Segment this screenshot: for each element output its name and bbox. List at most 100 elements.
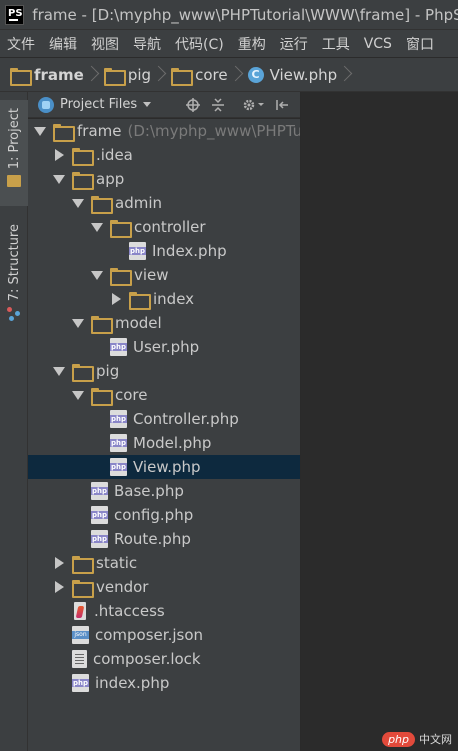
- menu-navigate[interactable]: 导航: [126, 34, 168, 54]
- expanded-arrow-icon[interactable]: [34, 126, 46, 136]
- tree-folder-row[interactable]: .idea: [28, 143, 300, 167]
- menu-window[interactable]: 窗口: [399, 34, 441, 54]
- expanded-arrow-icon[interactable]: [53, 366, 65, 376]
- tab-structure-label: 7: Structure: [6, 224, 22, 302]
- breadcrumb-item-pig[interactable]: pig: [103, 66, 151, 86]
- folder-icon: [110, 268, 132, 286]
- json-file-icon: [72, 626, 89, 644]
- breadcrumb-item-core[interactable]: core: [171, 65, 228, 86]
- tree-item-label: core: [115, 386, 148, 404]
- tree-item-label: index.php: [95, 674, 170, 692]
- tree-item-label: pig: [96, 362, 120, 380]
- expanded-arrow-icon[interactable]: [72, 198, 84, 208]
- collapsed-arrow-icon[interactable]: [54, 557, 64, 569]
- tab-project[interactable]: 1: Project: [0, 100, 28, 206]
- tree-file-row[interactable]: Index.php: [28, 239, 300, 263]
- tree-item-label: composer.json: [95, 626, 204, 644]
- locate-icon[interactable]: [185, 97, 201, 113]
- tree-item-label: Base.php: [114, 482, 184, 500]
- tree-item-label: model: [115, 314, 162, 332]
- tree-file-row[interactable]: Route.php: [28, 527, 300, 551]
- menu-bar: 文件 编辑 视图 导航 代码(C) 重构 运行 工具 VCS 窗口: [0, 30, 458, 58]
- collapsed-arrow-icon[interactable]: [54, 581, 64, 593]
- tree-item-label: static: [96, 554, 138, 572]
- editor-area[interactable]: [300, 92, 458, 751]
- tree-folder-row[interactable]: view: [28, 263, 300, 287]
- folder-icon: [72, 556, 94, 574]
- hide-panel-icon[interactable]: [274, 97, 290, 113]
- menu-view[interactable]: 视图: [84, 34, 126, 54]
- folder-icon: [91, 388, 113, 406]
- watermark: php 中文网: [382, 731, 452, 747]
- tree-file-row[interactable]: View.php: [28, 455, 300, 479]
- expanded-arrow-icon[interactable]: [91, 270, 103, 280]
- tree-file-row[interactable]: Model.php: [28, 431, 300, 455]
- php-file-icon: [91, 482, 108, 500]
- tree-folder-row[interactable]: vendor: [28, 575, 300, 599]
- htaccess-file-icon: [72, 602, 88, 620]
- collapsed-arrow-icon[interactable]: [111, 293, 121, 305]
- tree-folder-row[interactable]: app: [28, 167, 300, 191]
- project-view-selector[interactable]: Project Files: [60, 97, 137, 112]
- php-file-icon: [91, 506, 108, 524]
- tree-file-row[interactable]: .htaccess: [28, 599, 300, 623]
- tree-folder-row[interactable]: frame (D:\myphp_www\PHPTut: [28, 119, 300, 143]
- project-files-icon: [38, 96, 54, 113]
- tree-folder-row[interactable]: model: [28, 311, 300, 335]
- chevron-down-icon[interactable]: [143, 102, 152, 107]
- menu-code[interactable]: 代码(C): [168, 34, 231, 54]
- folder-icon: [129, 292, 151, 310]
- menu-tools[interactable]: 工具: [315, 34, 357, 54]
- expanded-arrow-icon[interactable]: [72, 390, 84, 400]
- breadcrumb-label: View.php: [269, 65, 338, 84]
- tree-item-label: .htaccess: [94, 602, 165, 620]
- breadcrumb-item-frame[interactable]: frame: [10, 66, 84, 86]
- tree-file-row[interactable]: composer.lock: [28, 647, 300, 671]
- folder-icon: [7, 175, 21, 188]
- menu-file[interactable]: 文件: [0, 34, 42, 54]
- folder-icon: [72, 148, 94, 166]
- dropdown-small-icon[interactable]: [257, 97, 265, 113]
- tree-item-label: controller: [134, 218, 206, 236]
- tree-item-label: view: [134, 266, 169, 284]
- menu-run[interactable]: 运行: [273, 34, 315, 54]
- tree-file-row[interactable]: Controller.php: [28, 407, 300, 431]
- collapsed-arrow-icon[interactable]: [54, 149, 64, 161]
- tab-project-label: 1: Project: [6, 108, 22, 170]
- tree-item-label: frame: [77, 122, 122, 140]
- php-file-icon: [110, 338, 127, 356]
- tree-file-row[interactable]: config.php: [28, 503, 300, 527]
- menu-edit[interactable]: 编辑: [42, 34, 84, 54]
- chevron-right-icon: [88, 65, 98, 85]
- collapse-all-icon[interactable]: [210, 97, 226, 113]
- expanded-arrow-icon[interactable]: [72, 318, 84, 328]
- folder-icon: [72, 172, 94, 190]
- gear-icon[interactable]: [241, 97, 257, 113]
- tree-item-label: index: [153, 290, 195, 308]
- tree-folder-row[interactable]: core: [28, 383, 300, 407]
- tree-item-label: .idea: [96, 146, 133, 164]
- tree-folder-row[interactable]: admin: [28, 191, 300, 215]
- php-file-icon: [129, 242, 146, 260]
- menu-refactor[interactable]: 重构: [231, 34, 273, 54]
- tree-item-label: admin: [115, 194, 162, 212]
- tree-item-label: Model.php: [133, 434, 212, 452]
- tree-file-row[interactable]: composer.json: [28, 623, 300, 647]
- tree-file-row[interactable]: Base.php: [28, 479, 300, 503]
- chevron-right-icon: [341, 65, 351, 85]
- menu-vcs[interactable]: VCS: [357, 36, 399, 52]
- tree-folder-row[interactable]: index: [28, 287, 300, 311]
- tree-folder-row[interactable]: controller: [28, 215, 300, 239]
- tree-file-row[interactable]: index.php: [28, 671, 300, 695]
- tab-structure[interactable]: 7: Structure: [0, 218, 28, 322]
- tree-folder-row[interactable]: static: [28, 551, 300, 575]
- tree-folder-row[interactable]: pig: [28, 359, 300, 383]
- class-icon: C: [247, 66, 264, 83]
- folder-icon: [91, 316, 113, 334]
- expanded-arrow-icon[interactable]: [53, 174, 65, 184]
- expanded-arrow-icon[interactable]: [91, 222, 103, 232]
- breadcrumb-label: core: [195, 65, 228, 84]
- breadcrumb-item-view-php[interactable]: C View.php: [247, 65, 338, 84]
- php-file-icon: [110, 458, 127, 476]
- tree-file-row[interactable]: User.php: [28, 335, 300, 359]
